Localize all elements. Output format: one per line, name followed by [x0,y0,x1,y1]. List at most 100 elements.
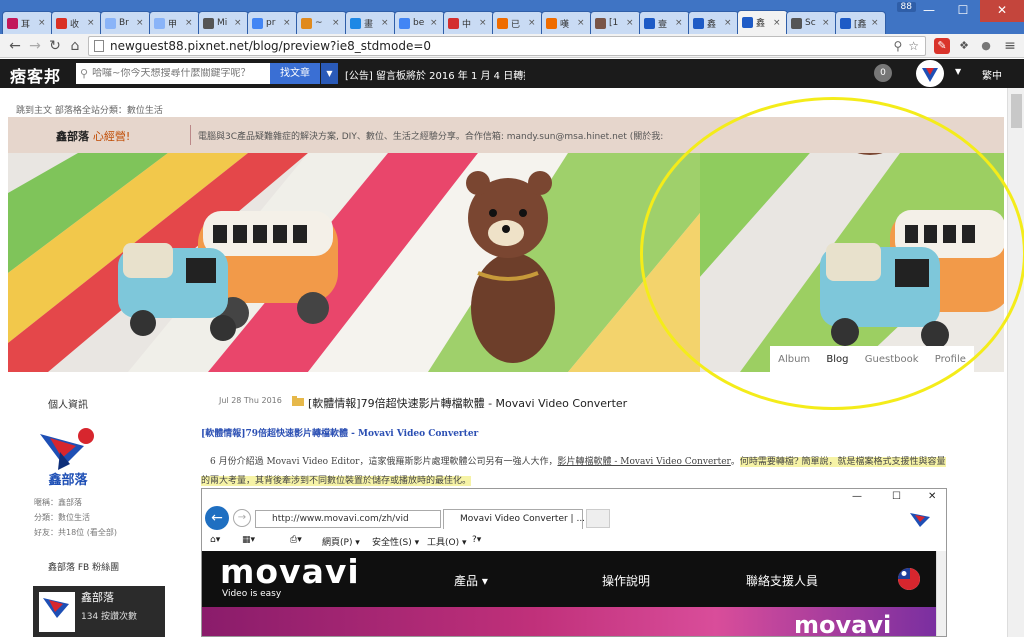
ie-close-icon: ✕ [928,491,937,502]
post-title[interactable]: [軟體情報]79倍超快速影片轉檔軟體 - Movavi Video Conver… [308,395,627,411]
browser-tab[interactable]: [1 × [590,11,641,34]
tab-close-icon[interactable]: × [332,18,340,28]
browser-tab[interactable]: Sc × [786,11,837,34]
tab-label: Br [119,18,129,28]
tab-favicon-icon [252,17,263,29]
browser-tab[interactable]: 甲 × [149,11,200,34]
tab-label: 收 [70,19,80,30]
tab-close-icon[interactable]: × [136,18,144,28]
extension-account-icon[interactable]: ● [978,38,994,54]
extension-puzzle-icon[interactable]: ❖ [956,38,972,54]
forward-arrow-icon[interactable]: → [26,37,44,55]
fb-page-name[interactable]: 鑫部落 [81,589,114,605]
tab-label: Mi [217,18,228,28]
ie-home-icon: ⌂▾ [210,535,221,545]
browser-tab-strip: 耳 × 收 × Br × 甲 × Mi × pr × ~ × 畫 × be × 中 × 已 × 嘆 × [1 × 壹 × 鑫 × 鑫 × Sc ×… [0,0,1024,34]
tab-close-icon[interactable]: × [871,18,879,28]
search-icon[interactable]: ⚲ [893,39,902,53]
ie-menu-safety: 安全性(S) ▾ [372,538,420,548]
tab-favicon-icon [595,17,606,29]
extension-pdf-icon[interactable]: ✎ [934,38,950,54]
fb-fanpage-widget[interactable]: 鑫部落 134 按讚次數 [33,586,165,637]
page-scrollbar[interactable] [1007,88,1024,637]
ie-forward-icon: → [233,509,251,527]
tab-favicon-icon [7,17,18,29]
meta-friends[interactable]: 好友：共18位 (看全部) [34,527,117,538]
browser-tab[interactable]: 畫 × [345,11,396,34]
browser-tab[interactable]: 嘆 × [541,11,592,34]
tab-close-icon[interactable]: × [626,18,634,28]
ie-print-icon: ⎙▾ [290,535,302,545]
address-bar[interactable]: newguest88.pixnet.net/blog/preview?ie8_s… [88,36,926,56]
tab-close-icon[interactable]: × [234,18,242,28]
search-articles-button[interactable]: 找文章 [270,63,320,84]
minimize-button[interactable]: — [912,0,946,22]
maximize-button[interactable]: ☐ [946,0,980,22]
window-controls: — ☐ ✕ [912,0,1024,22]
reload-icon[interactable]: ↻ [46,37,64,55]
tab-close-icon[interactable]: × [773,18,781,28]
tab-favicon-icon [350,17,361,29]
back-arrow-icon[interactable]: ← [6,37,24,55]
search-dropdown-icon[interactable]: ▼ [320,63,338,84]
blog-avatar[interactable]: 鑫部落 [36,424,100,488]
tab-close-icon[interactable]: × [528,18,536,28]
browser-tab[interactable]: 收 × [51,11,102,34]
bookmark-star-icon[interactable]: ☆ [908,39,919,53]
tab-close-icon[interactable]: × [430,18,438,28]
tab-close-icon[interactable]: × [724,18,732,28]
tab-close-icon[interactable]: × [87,18,95,28]
breadcrumb[interactable]: 跳到主文 部落格全站分類：數位生活 [16,103,163,116]
browser-tab[interactable]: 鑫 × [737,10,788,34]
home-icon[interactable]: ⌂ [66,37,84,55]
chrome-menu-icon[interactable]: ≡ [1002,38,1018,54]
browser-tab[interactable]: 已 × [492,11,543,34]
post-title-link[interactable]: [軟體情報]79倍超快速影片轉檔軟體 - Movavi Video Conver… [201,426,478,439]
browser-tab[interactable]: 中 × [443,11,494,34]
user-avatar[interactable] [916,60,944,87]
scrollbar-thumb[interactable] [1011,94,1022,128]
browser-tab[interactable]: Mi × [198,11,249,34]
ie-help-icon: ?▾ [472,535,482,545]
browser-tab[interactable]: pr × [247,11,298,34]
post-body-highlight-2: 的兩大考量，其背後牽涉到不同數位裝置於儲存或播放時的最佳化。 [201,476,472,486]
avatar-dropdown-icon[interactable]: ▼ [955,67,961,76]
browser-tab[interactable]: 耳 × [2,11,53,34]
post-date: Jul 28 Thu 2016 [219,396,282,405]
browser-tab[interactable]: [鑫 × [835,11,886,34]
ie-command-bar: ⌂▾ ▦▾ ⎙▾ 網頁(P) ▾ 安全性(S) ▾ 工具(O) ▾ ?▾ [202,531,946,551]
tab-close-icon[interactable]: × [675,18,683,28]
converter-link[interactable]: 影片轉檔軟體 - Movavi Video Converter [558,457,731,467]
tab-close-icon[interactable]: × [283,18,291,28]
site-logo[interactable]: 痞客邦 [10,63,61,87]
blog-name[interactable]: 鑫部落 [56,130,89,143]
tab-label: 鑫 [756,19,766,29]
announcement[interactable]: [公告] 留言板將於 2016 年 1 月 4 日轉換為感... [345,67,525,82]
tab-label: 耳 [21,19,31,30]
language-switch[interactable]: 繁中 [982,67,1002,82]
tab-label: 已 [511,19,521,30]
site-search-input[interactable] [92,68,253,79]
address-url[interactable]: newguest88.pixnet.net/blog/preview?ie8_s… [110,39,893,53]
tab-favicon-icon [203,17,214,29]
notification-count[interactable]: 0 [874,64,892,82]
tab-close-icon[interactable]: × [479,18,487,28]
blog-title[interactable]: 鑫部落 心經營! [56,128,130,144]
tab-close-icon[interactable]: × [185,18,193,28]
close-button[interactable]: ✕ [980,0,1024,22]
tab-close-icon[interactable]: × [381,18,389,28]
tab-label: 中 [462,19,472,30]
tab-label: 壹 [658,19,668,30]
tab-close-icon[interactable]: × [822,18,830,28]
browser-tab[interactable]: be × [394,11,445,34]
tab-favicon-icon [399,17,410,29]
browser-tab[interactable]: ~ × [296,11,347,34]
browser-tab[interactable]: 壹 × [639,11,690,34]
tab-favicon-icon [791,17,802,29]
post-body: 6 月份介紹過 Movavi Video Editor，這家俄羅斯影片處理軟體公… [201,453,971,491]
tab-close-icon[interactable]: × [577,18,585,28]
browser-tab[interactable]: Br × [100,11,151,34]
browser-tab[interactable]: 鑫 × [688,11,739,34]
tab-close-icon[interactable]: × [38,18,46,28]
site-search: ⚲ [76,63,270,84]
